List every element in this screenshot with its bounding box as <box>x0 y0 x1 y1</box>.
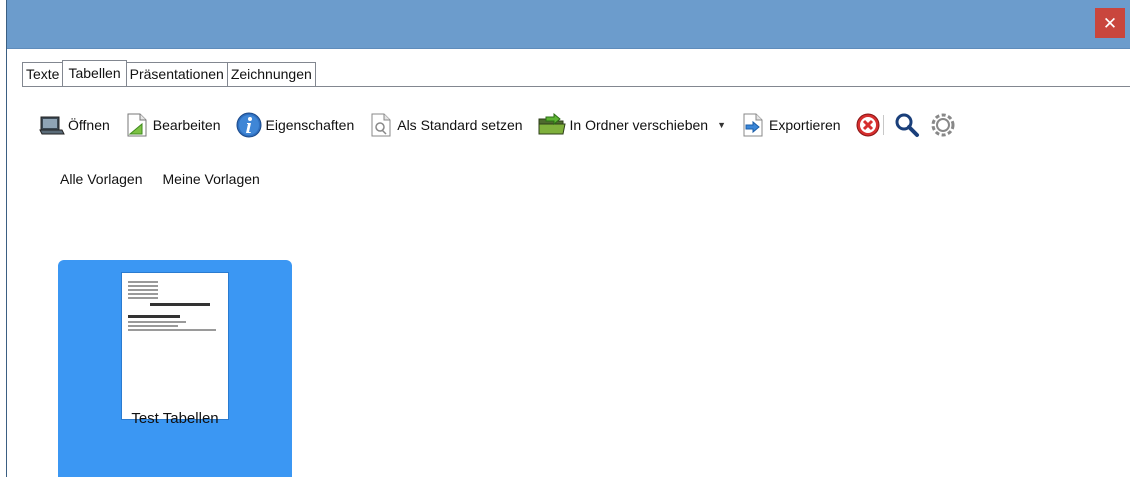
category-tabs: Texte Tabellen Präsentationen Zeichnunge… <box>22 60 316 86</box>
delete-icon <box>855 112 881 138</box>
move-to-folder-label: In Ordner verschieben <box>569 117 709 133</box>
open-label: Öffnen <box>68 117 110 133</box>
export-label: Exportieren <box>768 117 841 133</box>
export-button[interactable]: Exportieren <box>740 112 841 138</box>
template-item[interactable]: Test Tabellen <box>58 260 292 477</box>
move-to-folder-button[interactable]: In Ordner verschieben ▼ <box>537 113 726 137</box>
template-name: Test Tabellen <box>131 410 219 427</box>
edit-spreadsheet-icon <box>124 112 150 138</box>
search-icon <box>894 112 920 138</box>
filter-my-templates[interactable]: Meine Vorlagen <box>163 171 260 187</box>
properties-label: Eigenschaften <box>265 117 355 133</box>
edit-button[interactable]: Bearbeiten <box>124 112 221 138</box>
edit-label: Bearbeiten <box>152 117 221 133</box>
set-default-button[interactable]: Als Standard setzen <box>368 112 523 138</box>
info-icon <box>235 111 263 139</box>
close-button[interactable]: ✕ <box>1095 8 1125 38</box>
gear-icon <box>930 112 956 138</box>
toolbar: Öffnen Bearbeiten Eigenschaften Als Stan… <box>39 107 956 143</box>
settings-button[interactable] <box>930 112 956 138</box>
filter-all-templates[interactable]: Alle Vorlagen <box>60 171 143 187</box>
move-folder-icon <box>537 113 567 137</box>
dropdown-arrow-icon[interactable]: ▼ <box>717 120 726 130</box>
open-button[interactable]: Öffnen <box>39 114 110 136</box>
template-thumbnail <box>121 272 229 420</box>
tab-tabellen[interactable]: Tabellen <box>62 60 127 86</box>
tab-zeichnungen[interactable]: Zeichnungen <box>226 62 316 86</box>
set-default-label: Als Standard setzen <box>397 117 523 133</box>
search-button[interactable] <box>894 112 920 138</box>
toolbar-separator <box>882 115 884 135</box>
properties-button[interactable]: Eigenschaften <box>235 111 355 139</box>
folder-open-icon <box>39 114 65 136</box>
export-icon <box>740 112 766 138</box>
tab-texte[interactable]: Texte <box>22 62 64 86</box>
tabs-divider <box>22 86 1130 87</box>
delete-button[interactable] <box>855 112 881 138</box>
default-template-icon <box>368 112 394 138</box>
tab-praesentationen[interactable]: Präsentationen <box>125 62 228 86</box>
template-filter-bar: Alle Vorlagen Meine Vorlagen <box>60 171 280 187</box>
title-bar: ✕ <box>7 0 1130 49</box>
